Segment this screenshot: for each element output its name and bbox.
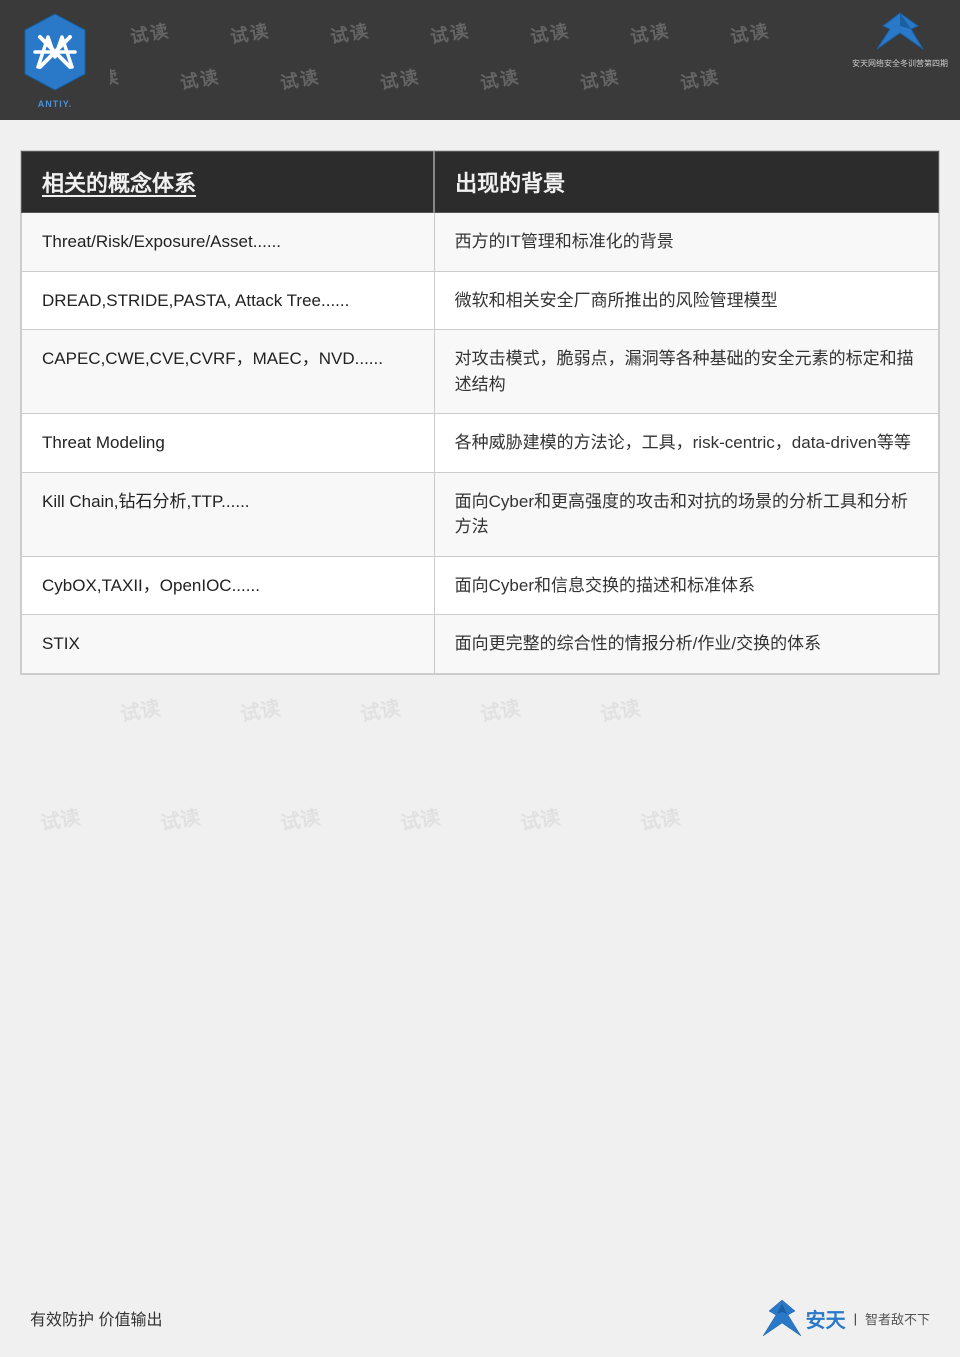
row-7-right: 面向更完整的综合性的情报分析/作业/交换的体系 [434, 615, 938, 674]
table-row: Threat/Risk/Exposure/Asset...... 西方的IT管理… [22, 213, 939, 272]
row-3-right: 对攻击模式，脆弱点，漏洞等各种基础的安全元素的标定和描述结构 [434, 330, 938, 414]
table-row: DREAD,STRIDE,PASTA, Attack Tree...... 微软… [22, 271, 939, 330]
col-left-header: 相关的概念体系 [22, 152, 435, 213]
row-7-left: STIX [22, 615, 435, 674]
table-row: Threat Modeling 各种威胁建模的方法论，工具，risk-centr… [22, 414, 939, 473]
footer: 有效防护 价值输出 安天 | 智者敌不下 [0, 1299, 960, 1337]
logo-area: ANTIY. [0, 0, 110, 120]
row-4-right: 各种威胁建模的方法论，工具，risk-centric，data-driven等等 [434, 414, 938, 473]
table-row: Kill Chain,钻石分析,TTP...... 面向Cyber和更高强度的攻… [22, 472, 939, 556]
header-right-logo: 安天网络安全冬训营第四期 [850, 10, 950, 70]
row-6-right: 面向Cyber和信息交换的描述和标准体系 [434, 556, 938, 615]
table-row: CAPEC,CWE,CVE,CVRF，MAEC，NVD...... 对攻击模式，… [22, 330, 939, 414]
row-5-right: 面向Cyber和更高强度的攻击和对抗的场景的分析工具和分析方法 [434, 472, 938, 556]
row-2-right: 微软和相关安全厂商所推出的风险管理模型 [434, 271, 938, 330]
row-4-left: Threat Modeling [22, 414, 435, 473]
antiy-logo: ANTIY. [20, 12, 90, 109]
main-content: 相关的概念体系 出现的背景 Threat/Risk/Exposure/Asset… [20, 150, 940, 675]
footer-slogan: 有效防护 价值输出 [30, 1306, 162, 1330]
row-5-left: Kill Chain,钻石分析,TTP...... [22, 472, 435, 556]
concept-table: 相关的概念体系 出现的背景 Threat/Risk/Exposure/Asset… [21, 151, 939, 674]
row-1-left: Threat/Risk/Exposure/Asset...... [22, 213, 435, 272]
logo-text: ANTIY. [20, 99, 90, 109]
row-1-right: 西方的IT管理和标准化的背景 [434, 213, 938, 272]
header-watermark: 试读 试读 试读 试读 试读 试读 试读 试读 试读 试读 试读 试读 试读 试… [0, 0, 960, 120]
col-right-header: 出现的背景 [434, 152, 938, 213]
table-header-row: 相关的概念体系 出现的背景 [22, 152, 939, 213]
brand-tagline: 智者敌不下 [865, 1309, 930, 1328]
row-2-left: DREAD,STRIDE,PASTA, Attack Tree...... [22, 271, 435, 330]
table-row: CybOX,TAXII，OpenIOC...... 面向Cyber和信息交换的描… [22, 556, 939, 615]
row-6-left: CybOX,TAXII，OpenIOC...... [22, 556, 435, 615]
footer-logo: 安天 | 智者敌不下 [763, 1299, 930, 1337]
header-bar: 试读 试读 试读 试读 试读 试读 试读 试读 试读 试读 试读 试读 试读 试… [0, 0, 960, 120]
header-subtitle: 安天网络安全冬训营第四期 [852, 58, 948, 69]
brand-name: 安天 [806, 1304, 846, 1333]
row-3-left: CAPEC,CWE,CVE,CVRF，MAEC，NVD...... [22, 330, 435, 414]
table-row: STIX 面向更完整的综合性的情报分析/作业/交换的体系 [22, 615, 939, 674]
brand-suffix: | [854, 1311, 857, 1326]
